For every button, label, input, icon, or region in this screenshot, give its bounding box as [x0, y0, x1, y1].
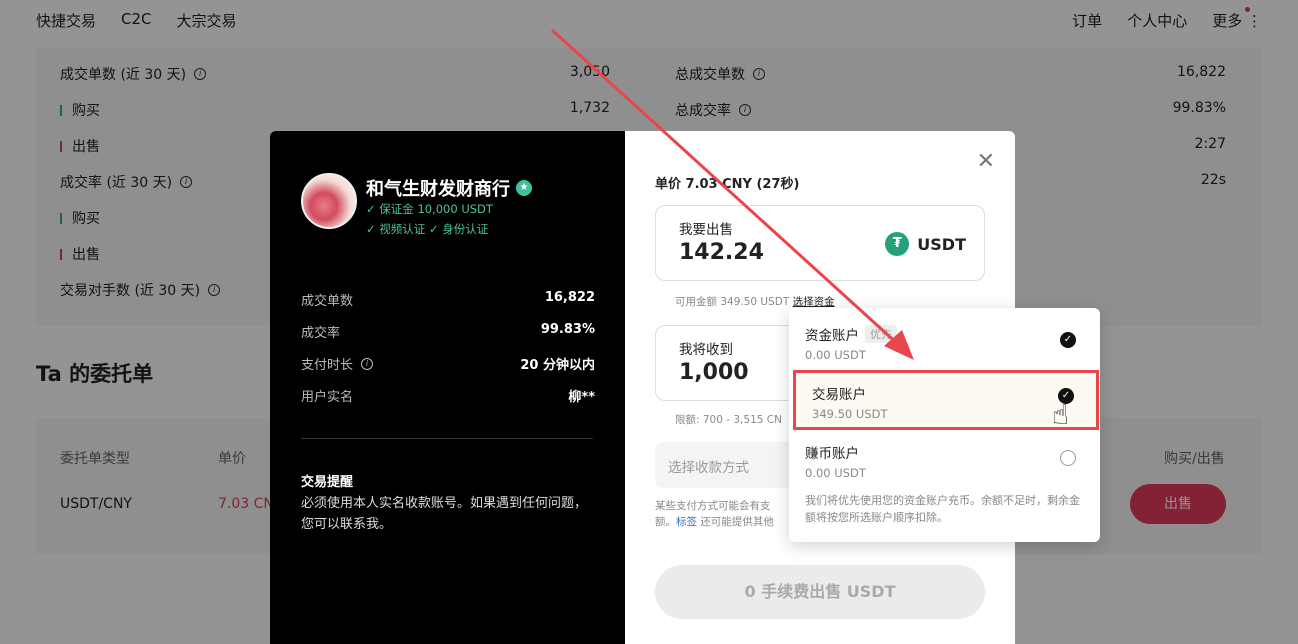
option-name: 赚币账户 [805, 446, 859, 462]
receive-label: 我将收到 [679, 342, 733, 358]
deposit-tag: ✓ 保证金 10,000 USDT [366, 202, 493, 216]
stat-value: 20 分钟以内 [520, 358, 595, 373]
merchant-name-row: 和气生财发财商行 ★ [366, 175, 532, 201]
verify-tags: ✓ 视频认证 ✓ 身份认证 [366, 222, 489, 236]
available-text: 可用金额 349.50 USDT [675, 296, 790, 308]
check-icon[interactable]: ✓ [1060, 332, 1076, 348]
divider [301, 438, 593, 439]
tag-link[interactable]: 标签 [676, 516, 697, 528]
remind-title: 交易提醒 [301, 475, 354, 490]
stat-key: 成交单数 [301, 294, 354, 309]
stat-key: 支付时长 [301, 358, 354, 373]
note-line2b: 还可能提供其他 [697, 516, 774, 528]
info-icon[interactable]: i [361, 357, 374, 370]
unit-price: 单价 7.03 CNY (27秒) [655, 177, 800, 192]
note-line2a: 额。 [655, 516, 676, 528]
option-balance: 0.00 USDT [805, 348, 866, 362]
radio-icon[interactable] [1060, 450, 1076, 466]
merchant-name: 和气生财发财商行 [366, 179, 510, 200]
merchant-stat: 成交单数 16,822 [301, 290, 595, 309]
dropdown-note: 我们将优先使用您的资金账户充币。余额不足时，剩余金额将按您所选账户顺序扣除。 [805, 494, 1080, 524]
close-icon[interactable]: ✕ [977, 149, 995, 174]
remind-text: 必须使用本人实名收款账号。如果遇到任何问题，您可以联系我。 [301, 496, 588, 532]
submit-sell-button[interactable]: 0 手续费出售 USDT [655, 565, 985, 619]
sell-label: 我要出售 [679, 222, 733, 238]
account-option-funding[interactable]: 资金账户 优先 0.00 USDT ✓ [789, 314, 1100, 370]
merchant-stat: 支付时长 i 20 分钟以内 [301, 354, 595, 373]
choose-asset-link[interactable]: 选择资金 [793, 296, 835, 308]
option-name: 交易账户 [812, 387, 866, 403]
stat-value: 柳** [568, 390, 595, 405]
verified-badge-icon: ★ [516, 180, 532, 196]
sell-amount-input[interactable]: 我要出售 142.24 ₮ USDT [655, 205, 985, 281]
limit-text: 限额: 700 - 3,515 CN [675, 414, 782, 426]
coin-selector[interactable]: ₮ USDT [885, 232, 966, 256]
account-option-earn[interactable]: 赚币账户 0.00 USDT [789, 432, 1100, 488]
stat-key: 用户实名 [301, 390, 354, 405]
stat-value: 16,822 [544, 290, 595, 305]
stat-key: 成交率 [301, 326, 341, 341]
note-line1: 某些支付方式可能会有支 [655, 500, 771, 512]
stat-key-wrap: 支付时长 i [301, 354, 374, 373]
merchant-stat: 用户实名 柳** [301, 386, 595, 405]
sell-amount: 142.24 [679, 240, 764, 265]
merchant-panel: 和气生财发财商行 ★ ✓ 保证金 10,000 USDT ✓ 视频认证 ✓ 身份… [270, 131, 625, 644]
avatar [301, 173, 357, 229]
stat-value: 99.83% [540, 322, 595, 337]
tether-icon: ₮ [885, 232, 910, 256]
hand-cursor-icon: ☝ [1052, 398, 1070, 431]
available-balance: 可用金额 349.50 USDT 选择资金 [675, 294, 835, 309]
coin-label: USDT [917, 234, 966, 254]
option-balance: 0.00 USDT [805, 466, 866, 480]
option-name: 资金账户 [805, 328, 859, 344]
option-balance: 349.50 USDT [812, 407, 888, 421]
merchant-stat: 成交率 99.83% [301, 322, 595, 341]
receive-amount: 1,000 [679, 360, 749, 385]
priority-tag: 优先 [865, 325, 897, 343]
